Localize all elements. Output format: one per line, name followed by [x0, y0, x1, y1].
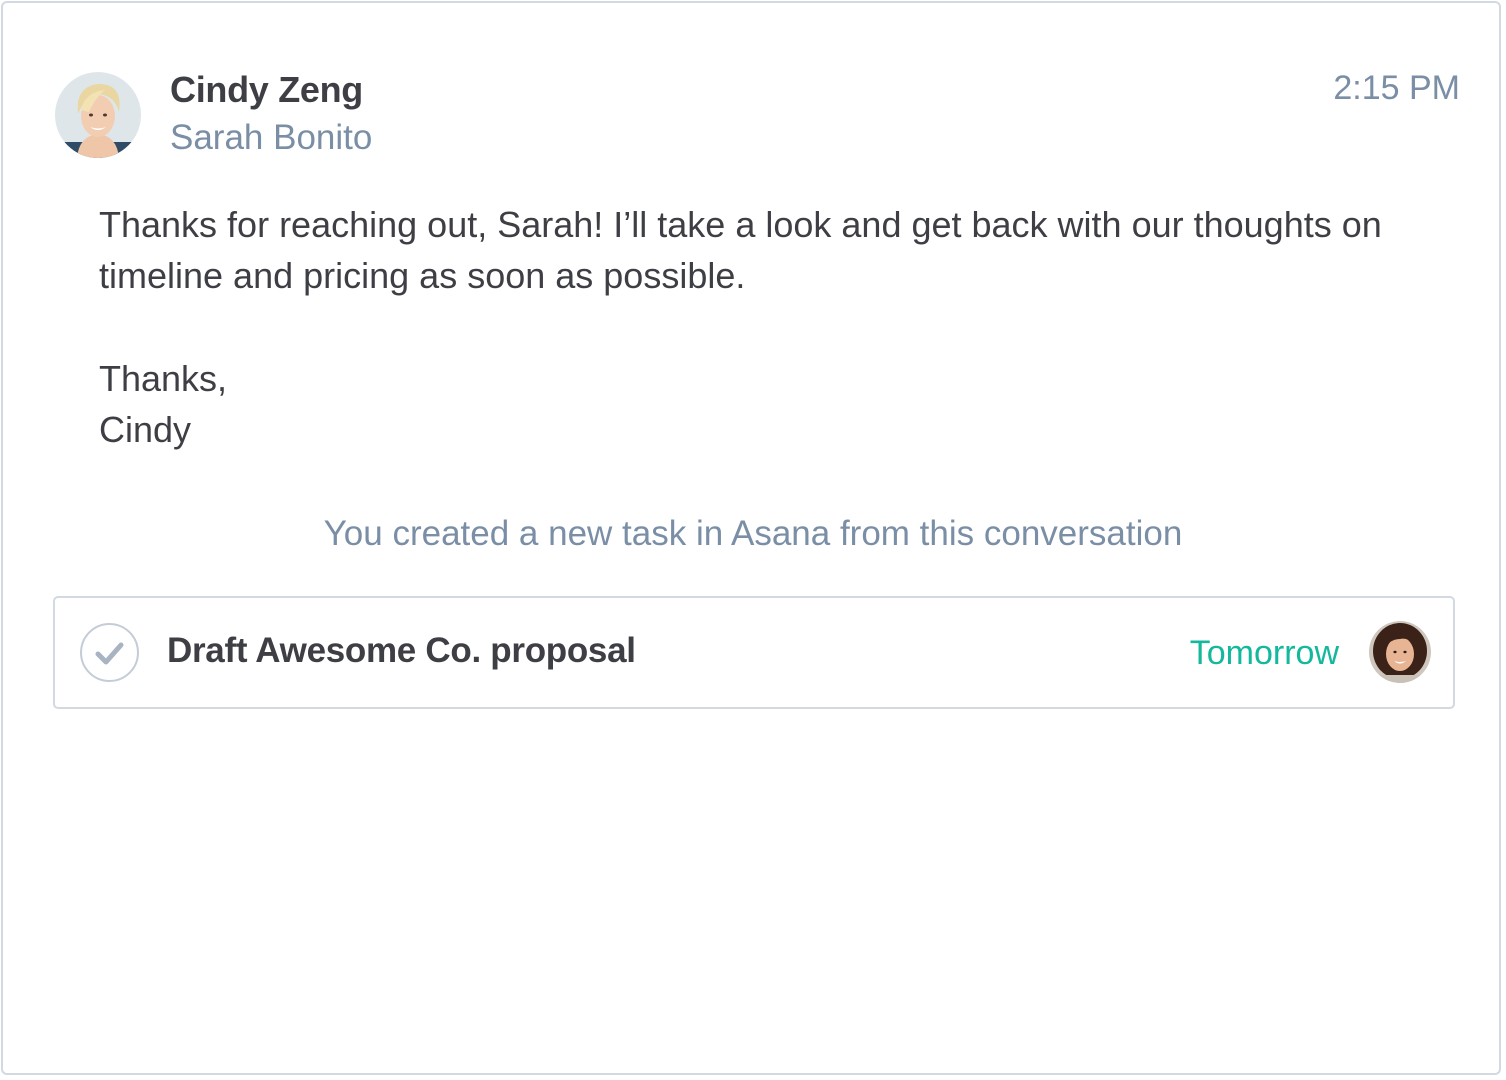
task-card[interactable]: Draft Awesome Co. proposal Tomorrow	[53, 596, 1455, 709]
assignee-avatar[interactable]	[1369, 621, 1431, 683]
recipient-name: Sarah Bonito	[170, 118, 373, 157]
message-text: Thanks for reaching out, Sarah! I’ll tak…	[99, 204, 1382, 296]
task-title[interactable]: Draft Awesome Co. proposal	[167, 631, 636, 671]
sender-name: Cindy Zeng	[170, 69, 363, 110]
message-signature: Cindy	[99, 409, 192, 450]
message-body: Thanks for reaching out, Sarah! I’ll tak…	[99, 199, 1419, 455]
task-created-notice: You created a new task in Asana from thi…	[323, 514, 1183, 553]
task-due-date[interactable]: Tomorrow	[1190, 634, 1339, 673]
message-closing: Thanks,	[99, 358, 228, 399]
check-icon[interactable]	[80, 623, 139, 682]
message-timestamp: 2:15 PM	[1333, 69, 1460, 107]
sender-avatar[interactable]	[55, 72, 141, 158]
